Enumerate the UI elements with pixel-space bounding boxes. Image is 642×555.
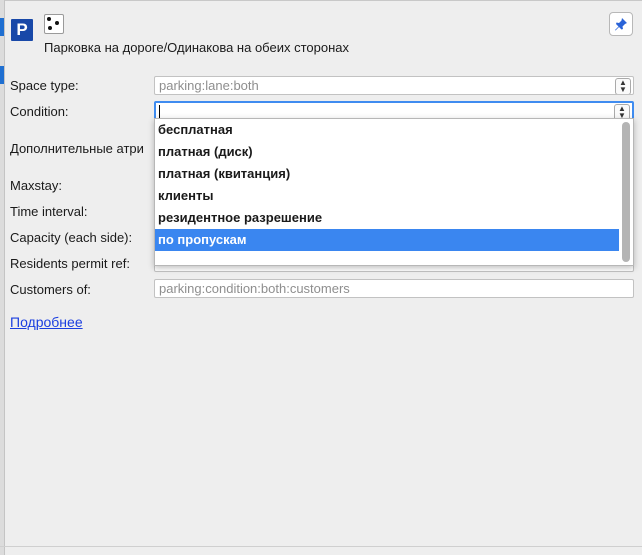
pin-icon xyxy=(615,18,627,31)
node-points-icon xyxy=(44,14,64,34)
space-type-value: parking:lane:both xyxy=(159,78,259,93)
time-interval-label: Time interval: xyxy=(10,204,88,219)
dropdown-option[interactable]: платная (диск) xyxy=(155,141,619,163)
customers-of-field[interactable]: parking:condition:both:customers xyxy=(154,279,634,298)
window-top-border xyxy=(0,0,642,1)
customers-of-label: Customers of: xyxy=(10,282,91,297)
dropdown-option[interactable]: клиенты xyxy=(155,185,619,207)
additional-attributes-label: Дополнительные атри xyxy=(10,141,144,156)
text-caret xyxy=(159,105,160,119)
parking-icon: P xyxy=(11,19,33,41)
residents-permit-label: Residents permit ref: xyxy=(10,256,130,271)
condition-dropdown-list[interactable]: бесплатная платная (диск) платная (квита… xyxy=(154,118,634,266)
capacity-label: Capacity (each side): xyxy=(10,230,133,245)
side-tab-marker-active[interactable] xyxy=(0,66,4,84)
customers-of-placeholder: parking:condition:both:customers xyxy=(159,281,350,296)
space-type-spinner-icon[interactable]: ▲ ▼ xyxy=(615,78,631,94)
preset-title: Парковка на дороге/Одинакова на обеих ст… xyxy=(44,40,349,55)
dropdown-option[interactable]: платная (квитанция) xyxy=(155,163,619,185)
condition-label: Condition: xyxy=(10,104,69,119)
parking-icon-letter: P xyxy=(16,20,28,39)
space-type-combo[interactable]: parking:lane:both ▲ ▼ xyxy=(154,76,634,95)
maxstay-label: Maxstay: xyxy=(10,178,63,193)
dropdown-option[interactable]: резидентное разрешение xyxy=(155,207,619,229)
dropdown-scrollbar[interactable] xyxy=(621,121,631,263)
dropdown-option[interactable]: бесплатная xyxy=(155,119,619,141)
side-panel-edge xyxy=(0,0,5,555)
pin-button[interactable] xyxy=(609,12,633,36)
dropdown-option-selected[interactable]: по пропускам xyxy=(155,229,619,251)
space-type-label: Space type: xyxy=(10,78,79,93)
dropdown-scrollbar-thumb[interactable] xyxy=(622,122,630,262)
side-tab-marker[interactable] xyxy=(0,18,4,36)
more-info-link[interactable]: Подробнее xyxy=(10,314,83,330)
dialog-bottom-border xyxy=(0,546,642,547)
